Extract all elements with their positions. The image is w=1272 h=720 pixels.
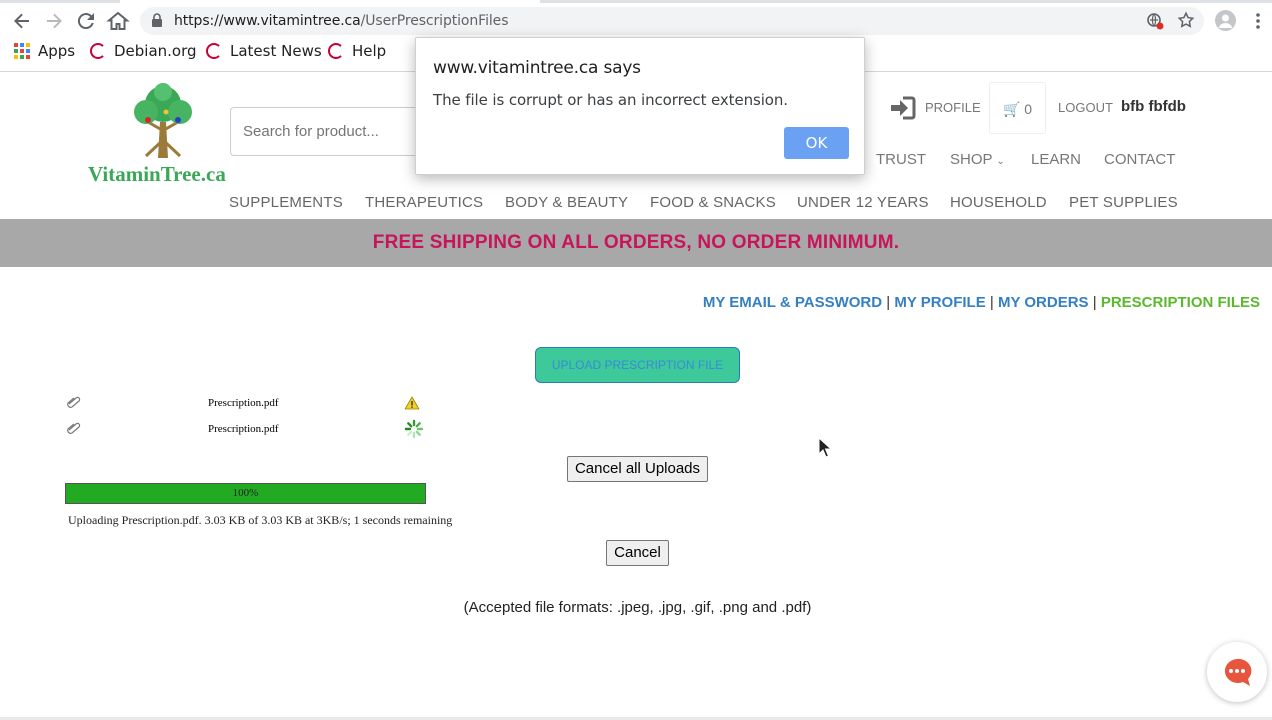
- paperclip-icon: [67, 396, 81, 408]
- nav-shop[interactable]: SHOP ⌄: [950, 151, 1005, 168]
- search-input[interactable]: [243, 108, 423, 155]
- site-logo-text[interactable]: VitaminTree.ca: [88, 162, 226, 187]
- nav-learn[interactable]: LEARN: [1031, 151, 1081, 168]
- bookmark-latest-news[interactable]: Latest News: [206, 42, 322, 60]
- shopping-cart-icon: 🛒: [1002, 101, 1021, 117]
- category-pet-supplies[interactable]: PET SUPPLIES: [1069, 194, 1178, 211]
- mouse-cursor-icon: [818, 437, 832, 458]
- cancel-button[interactable]: Cancel: [606, 540, 669, 566]
- profile-link[interactable]: PROFILE: [925, 100, 981, 115]
- alert-message: The file is corrupt or has an incorrect …: [433, 91, 788, 109]
- nav-trust[interactable]: TRUST: [876, 151, 926, 168]
- progress-label: 100%: [232, 487, 259, 499]
- upload-file-row: Prescription.pdf: [66, 419, 426, 441]
- upload-file-row: Prescription.pdf: [66, 395, 426, 415]
- tree-logo-icon: [134, 83, 192, 158]
- debian-logo-icon: [328, 43, 344, 59]
- site-logo[interactable]: [128, 82, 198, 160]
- bookmark-label: Latest News: [230, 42, 322, 60]
- tab-strip: [0, 0, 1272, 3]
- upload-progress-bar: 100%: [65, 483, 426, 504]
- accepted-formats-note: (Accepted file formats: .jpeg, .jpg, .gi…: [463, 599, 812, 616]
- debian-logo-icon: [90, 43, 106, 59]
- bookmark-star-icon[interactable]: [1177, 11, 1195, 29]
- chat-bubble-icon: [1224, 658, 1252, 686]
- file-name: Prescription.pdf: [208, 397, 279, 409]
- category-food-snacks[interactable]: FOOD & SNACKS: [650, 194, 776, 211]
- alert-title: www.vitamintree.ca says: [433, 58, 641, 78]
- alert-ok-button[interactable]: OK: [784, 127, 849, 159]
- category-household[interactable]: HOUSEHOLD: [950, 194, 1047, 211]
- logout-link[interactable]: LOGOUT: [1058, 100, 1113, 115]
- back-arrow-icon[interactable]: [10, 9, 34, 33]
- nav-my-orders[interactable]: MY ORDERS: [998, 294, 1089, 311]
- chat-button[interactable]: [1207, 642, 1267, 702]
- nav-separator: |: [886, 294, 891, 311]
- nav-separator: |: [989, 294, 994, 311]
- cart-button[interactable]: 🛒 0: [989, 82, 1046, 134]
- paperclip-icon: [67, 422, 81, 434]
- category-supplements[interactable]: SUPPLEMENTS: [229, 194, 343, 211]
- address-bar[interactable]: https://www.vitamintree.ca/UserPrescript…: [140, 7, 1204, 35]
- bookmark-label: Help: [352, 42, 387, 60]
- nav-shop-label: SHOP: [950, 151, 993, 168]
- login-arrow-icon[interactable]: [889, 95, 917, 121]
- nav-contact[interactable]: CONTACT: [1104, 151, 1175, 168]
- nav-separator: |: [1092, 294, 1097, 311]
- nav-prescription-files[interactable]: PRESCRIPTION FILES: [1101, 294, 1260, 311]
- profile-avatar-icon[interactable]: [1215, 10, 1236, 31]
- bookmark-label: Debian.org: [114, 42, 197, 60]
- product-search[interactable]: [230, 107, 430, 156]
- account-nav: MY EMAIL & PASSWORD | MY PROFILE | MY OR…: [703, 294, 1260, 311]
- username[interactable]: bfb fbfdb: [1121, 98, 1186, 115]
- bookmark-apps[interactable]: Apps: [14, 42, 75, 60]
- cart-count: 0: [1024, 101, 1033, 117]
- reload-icon[interactable]: [74, 9, 98, 33]
- url-path: /UserPrescriptionFiles: [360, 13, 509, 29]
- shipping-banner: FREE SHIPPING ON ALL ORDERS, NO ORDER MI…: [0, 219, 1272, 267]
- cancel-all-uploads-button[interactable]: Cancel all Uploads: [567, 456, 708, 482]
- bookmark-debian[interactable]: Debian.org: [90, 42, 197, 60]
- upload-prescription-button[interactable]: UPLOAD PRESCRIPTION FILE: [535, 347, 740, 383]
- bookmark-help[interactable]: Help: [328, 42, 386, 60]
- url-host: https://www.vitamintree.ca: [174, 13, 361, 29]
- url-text[interactable]: https://www.vitamintree.ca/UserPrescript…: [174, 13, 508, 29]
- warning-icon: [404, 396, 420, 410]
- blocked-cookie-icon[interactable]: [1146, 12, 1164, 30]
- debian-logo-icon: [206, 43, 222, 59]
- home-icon[interactable]: [106, 9, 130, 33]
- forward-arrow-icon[interactable]: [42, 9, 66, 33]
- lock-icon: [152, 13, 162, 27]
- loading-spinner-icon: [404, 419, 424, 439]
- category-body-beauty[interactable]: BODY & BEAUTY: [505, 194, 628, 211]
- alert-dialog: www.vitamintree.ca says The file is corr…: [415, 37, 865, 175]
- bookmark-label: Apps: [38, 42, 76, 60]
- apps-grid-icon: [14, 43, 30, 59]
- browser-menu-icon[interactable]: [1252, 11, 1264, 31]
- chevron-down-icon: ⌄: [996, 156, 1005, 167]
- nav-my-profile[interactable]: MY PROFILE: [894, 294, 985, 311]
- category-under-12[interactable]: UNDER 12 YEARS: [797, 194, 929, 211]
- nav-email-password[interactable]: MY EMAIL & PASSWORD: [703, 294, 882, 311]
- category-therapeutics[interactable]: THERAPEUTICS: [365, 194, 483, 211]
- file-name: Prescription.pdf: [208, 423, 279, 435]
- upload-status-text: Uploading Prescription.pdf. 3.03 KB of 3…: [68, 513, 453, 527]
